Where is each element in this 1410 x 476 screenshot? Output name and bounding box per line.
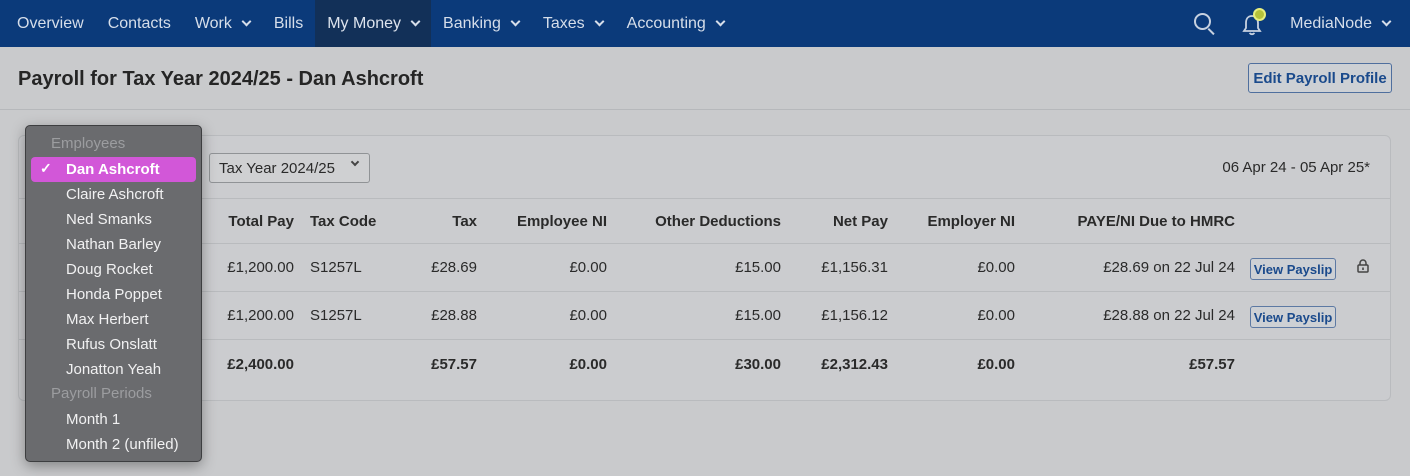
nav-contacts[interactable]: Contacts: [96, 0, 183, 47]
nav-taxes-label: Taxes: [542, 14, 585, 32]
menu-item-label: Honda Poppet: [66, 286, 162, 303]
menu-item-employee[interactable]: Max Herbert: [31, 307, 196, 332]
view-payslip-button[interactable]: View Payslip: [1250, 306, 1336, 328]
cell-tax-code: S1257L: [310, 259, 362, 276]
menu-item-label: Ned Smanks: [66, 211, 152, 228]
menu-item-label: Doug Rocket: [66, 261, 153, 278]
nav-utilities: MediaNode: [1194, 0, 1410, 47]
col-net-pay: Net Pay: [832, 212, 888, 230]
total-tax: £57.57: [431, 355, 477, 373]
menu-heading-employees: Employees: [51, 135, 126, 152]
menu-item-label: Dan Ashcroft: [66, 161, 160, 178]
chevron-down-icon: [510, 16, 521, 26]
cell-tax-code: S1257L: [310, 307, 362, 324]
totals-row: £2,400.00 £57.57 £0.00 £30.00 £2,312.43 …: [19, 340, 1390, 388]
payroll-card: Tax Year 2024/25 06 Apr 24 - 05 Apr 25* …: [18, 135, 1391, 401]
nav-overview-label: Overview: [17, 14, 84, 32]
view-payslip-button[interactable]: View Payslip: [1250, 258, 1336, 280]
menu-item-employee[interactable]: ✓ Dan Ashcroft: [31, 157, 196, 182]
chevron-down-icon: [241, 16, 252, 26]
top-navigation: Overview Contacts Work Bills My Money Ba…: [0, 0, 1410, 47]
menu-item-label: Claire Ashcroft: [66, 186, 164, 203]
search-icon[interactable]: [1194, 12, 1216, 35]
page-title: Payroll for Tax Year 2024/25 - Dan Ashcr…: [18, 68, 424, 90]
menu-item-period[interactable]: Month 2 (unfiled): [31, 432, 196, 457]
col-paye-ni-due: PAYE/NI Due to HMRC: [1077, 212, 1235, 230]
chevron-down-icon: [350, 157, 360, 167]
nav-banking[interactable]: Banking: [431, 0, 531, 47]
nav-contacts-label: Contacts: [107, 14, 171, 32]
nav-banking-label: Banking: [443, 14, 501, 32]
menu-item-label: Month 2 (unfiled): [66, 436, 179, 453]
cell-other-deductions: £15.00: [735, 259, 781, 276]
page-header: Payroll for Tax Year 2024/25 - Dan Ashcr…: [0, 47, 1410, 110]
cell-net-pay: £1,156.31: [821, 259, 888, 276]
notification-badge: [1253, 7, 1267, 21]
menu-item-label: Jonatton Yeah: [66, 361, 162, 378]
table-row: £1,200.00 S1257L £28.88 £0.00 £15.00 £1,…: [19, 292, 1390, 340]
total-paye-ni-due: £57.57: [1189, 355, 1235, 373]
chevron-down-icon: [594, 16, 605, 26]
cell-employer-ni: £0.00: [977, 307, 1015, 324]
date-range: 06 Apr 24 - 05 Apr 25*: [1222, 159, 1370, 176]
nav-overview[interactable]: Overview: [0, 0, 96, 47]
nav-my-money[interactable]: My Money: [315, 0, 432, 47]
col-other-deductions: Other Deductions: [655, 212, 781, 230]
cell-net-pay: £1,156.12: [821, 307, 888, 324]
menu-item-label: Month 1: [66, 411, 121, 428]
nav-bills[interactable]: Bills: [262, 0, 315, 47]
menu-item-label: Nathan Barley: [66, 236, 162, 253]
menu-item-employee[interactable]: Claire Ashcroft: [31, 182, 196, 207]
total-employer-ni: £0.00: [977, 355, 1015, 373]
tax-year-value: Tax Year 2024/25: [219, 159, 335, 177]
cell-employee-ni: £0.00: [569, 259, 607, 276]
tax-year-select[interactable]: Tax Year 2024/25: [209, 153, 370, 183]
cell-employee-ni: £0.00: [569, 307, 607, 324]
menu-item-employee[interactable]: Ned Smanks: [31, 207, 196, 232]
table-row: £1,200.00 S1257L £28.69 £0.00 £15.00 £1,…: [19, 244, 1390, 292]
chevron-down-icon: [715, 16, 726, 26]
table-header: Total Pay Tax Code Tax Employee NI Other…: [19, 198, 1390, 244]
total-net-pay: £2,312.43: [821, 355, 888, 373]
menu-item-employee[interactable]: Honda Poppet: [31, 282, 196, 307]
nav-work[interactable]: Work: [183, 0, 262, 47]
menu-item-period[interactable]: Month 1: [31, 407, 196, 432]
cell-employer-ni: £0.00: [977, 259, 1015, 276]
edit-payroll-profile-button[interactable]: Edit Payroll Profile: [1248, 63, 1392, 93]
cell-tax: £28.69: [431, 259, 477, 276]
menu-item-employee[interactable]: Doug Rocket: [31, 257, 196, 282]
cell-tax: £28.88: [431, 307, 477, 324]
col-employee-ni: Employee NI: [516, 212, 607, 230]
chevron-down-icon: [410, 16, 421, 26]
chevron-down-icon: [1381, 16, 1392, 26]
menu-item-label: Rufus Onslatt: [66, 336, 157, 353]
menu-item-label: Max Herbert: [66, 311, 149, 328]
lock-icon: [1357, 259, 1369, 273]
cell-other-deductions: £15.00: [735, 307, 781, 324]
menu-heading-payroll-periods: Payroll Periods: [51, 385, 152, 402]
nav-accounting-label: Accounting: [626, 14, 706, 32]
nav-accounting[interactable]: Accounting: [615, 0, 736, 47]
employee-period-menu: Employees ✓ Dan Ashcroft Claire Ashcroft…: [25, 125, 202, 462]
nav-taxes[interactable]: Taxes: [531, 0, 615, 47]
menu-item-employee[interactable]: Rufus Onslatt: [31, 332, 196, 357]
nav-work-label: Work: [194, 14, 232, 32]
col-employer-ni: Employer NI: [927, 212, 1015, 230]
nav-bills-label: Bills: [273, 14, 304, 32]
org-name: MediaNode: [1290, 14, 1372, 32]
col-tax-code: Tax Code: [310, 212, 377, 230]
checkmark-icon: ✓: [40, 160, 52, 176]
nav-my-money-label: My Money: [327, 14, 402, 32]
col-tax: Tax: [452, 212, 477, 230]
menu-item-employee[interactable]: Nathan Barley: [31, 232, 196, 257]
cell-paye-ni-due: £28.88 on 22 Jul 24: [1103, 307, 1235, 324]
total-employee-ni: £0.00: [569, 355, 607, 373]
total-other-deductions: £30.00: [735, 355, 781, 373]
notification-bell-icon[interactable]: [1242, 7, 1267, 36]
cell-paye-ni-due: £28.69 on 22 Jul 24: [1103, 259, 1235, 276]
menu-item-employee[interactable]: Jonatton Yeah: [31, 357, 196, 382]
org-switcher[interactable]: MediaNode: [1290, 15, 1410, 33]
